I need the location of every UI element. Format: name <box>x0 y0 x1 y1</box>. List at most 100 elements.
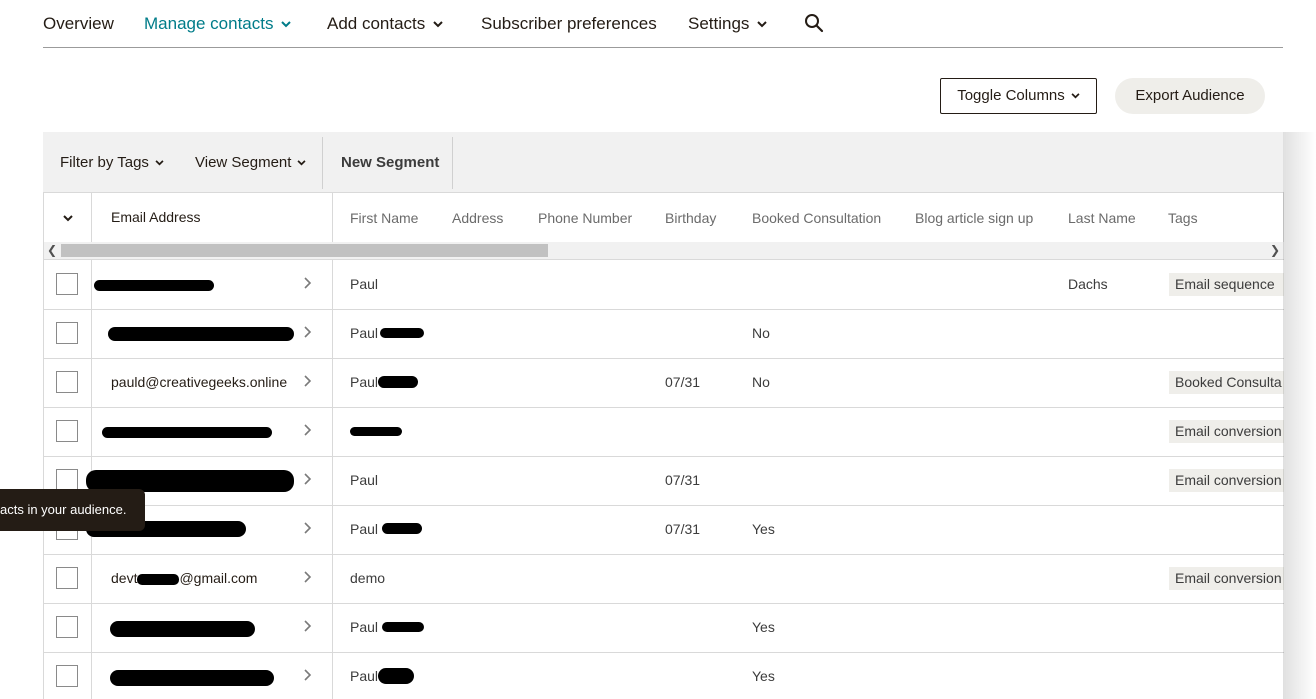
table-row[interactable]: devt @gmail.com demo Email conversion <box>44 554 1284 604</box>
column-divider <box>91 193 92 243</box>
column-header-booked-consultation[interactable]: Booked Consultation <box>752 193 881 243</box>
chevron-right-icon[interactable] <box>304 326 312 338</box>
row-first-name: demo <box>350 570 386 586</box>
table-row[interactable]: Paul Yes <box>44 652 1284 699</box>
row-checkbox[interactable] <box>56 371 78 393</box>
table-row[interactable]: pauld@creativegeeks.online Paul 07/31 No… <box>44 358 1284 408</box>
chevron-down-icon <box>297 160 306 166</box>
row-tag-badge: Email conversion <box>1169 420 1284 443</box>
chevron-right-icon[interactable] <box>304 571 312 583</box>
table-edge-shadow <box>1283 132 1316 699</box>
row-email-suffix: @gmail.com <box>179 570 258 586</box>
scroll-left-arrow-icon[interactable]: ❮ <box>44 242 60 259</box>
scroll-right-arrow-icon[interactable]: ❯ <box>1267 242 1283 259</box>
export-audience-button[interactable]: Export Audience <box>1115 78 1265 114</box>
nav-settings[interactable]: Settings <box>688 13 768 35</box>
column-header-tags[interactable]: Tags <box>1168 193 1198 243</box>
nav-overview[interactable]: Overview <box>43 13 114 35</box>
redaction-mark <box>137 573 180 585</box>
chevron-right-icon[interactable] <box>304 277 312 289</box>
row-birthday: 07/31 <box>665 521 701 537</box>
row-checkbox[interactable] <box>56 567 78 589</box>
table-row[interactable]: Paul Yes <box>44 603 1284 653</box>
new-segment-button[interactable]: New Segment <box>341 132 439 192</box>
horizontal-scrollbar[interactable]: ❮ ❯ <box>44 242 1284 260</box>
filter-by-tags-dropdown[interactable]: Filter by Tags <box>60 132 164 192</box>
row-checkbox[interactable] <box>56 469 78 491</box>
chevron-right-icon[interactable] <box>304 522 312 534</box>
row-booked-consultation: Yes <box>752 668 775 684</box>
search-icon[interactable] <box>804 13 824 33</box>
filter-by-tags-label: Filter by Tags <box>60 154 149 171</box>
export-audience-label: Export Audience <box>1135 87 1245 104</box>
row-checkbox[interactable] <box>56 273 78 295</box>
chevron-down-icon <box>433 21 443 28</box>
chevron-right-icon[interactable] <box>304 669 312 681</box>
chevron-right-icon[interactable] <box>304 424 312 436</box>
row-checkbox[interactable] <box>56 616 78 638</box>
table-row[interactable]: Paul 07/31 Yes <box>44 505 1284 555</box>
view-segment-dropdown[interactable]: View Segment <box>195 132 306 192</box>
column-header-birthday[interactable]: Birthday <box>665 193 716 243</box>
column-header-last-name[interactable]: Last Name <box>1068 193 1136 243</box>
tooltip-text: acts in your audience. <box>0 502 127 517</box>
row-last-name: Dachs <box>1068 276 1108 292</box>
chevron-right-icon[interactable] <box>304 620 312 632</box>
row-email[interactable]: pauld@creativegeeks.online <box>111 358 287 407</box>
column-header-phone[interactable]: Phone Number <box>538 193 632 243</box>
nav-overview-label: Overview <box>43 14 114 33</box>
nav-subscriber-preferences[interactable]: Subscriber preferences <box>481 13 657 35</box>
row-first-name: Paul <box>350 521 379 537</box>
redaction-mark <box>108 327 294 341</box>
row-birthday: 07/31 <box>665 374 701 390</box>
row-booked-consultation: Yes <box>752 521 775 537</box>
nav-add-contacts-label: Add contacts <box>327 14 426 33</box>
redaction-mark <box>378 668 414 684</box>
row-email[interactable]: devt @gmail.com <box>111 554 257 603</box>
row-checkbox[interactable] <box>56 322 78 344</box>
chevron-right-icon[interactable] <box>304 473 312 485</box>
redaction-mark <box>382 523 422 534</box>
redaction-mark <box>350 427 402 436</box>
table-row[interactable]: Email conversion <box>44 407 1284 457</box>
filter-divider <box>452 137 453 189</box>
redaction-mark <box>110 621 255 637</box>
row-first-name: Paul <box>350 619 379 635</box>
select-all-chevron-icon[interactable] <box>63 215 73 222</box>
row-booked-consultation: Yes <box>752 619 775 635</box>
new-segment-label: New Segment <box>341 154 440 171</box>
row-booked-consultation: No <box>752 374 770 390</box>
column-header-address[interactable]: Address <box>452 193 503 243</box>
top-navigation: Overview Manage contacts Add contacts Su… <box>43 0 1283 48</box>
nav-manage-contacts[interactable]: Manage contacts <box>144 13 292 35</box>
row-first-name: Paul <box>350 325 379 341</box>
scrollbar-thumb[interactable] <box>61 244 548 257</box>
redaction-mark <box>382 622 424 632</box>
table-row[interactable]: Paul Dachs Email sequence <box>44 260 1284 310</box>
nav-settings-label: Settings <box>688 14 750 33</box>
row-tag-badge: Email sequence <box>1169 273 1284 296</box>
redaction-mark <box>94 280 214 291</box>
column-header-email[interactable]: Email Address <box>111 193 200 242</box>
filter-bar: Filter by Tags View Segment New Segment <box>43 132 1283 192</box>
column-header-blog-signup[interactable]: Blog article sign up <box>915 193 1033 243</box>
row-tag-badge: Email conversion <box>1169 469 1284 492</box>
row-checkbox[interactable] <box>56 420 78 442</box>
row-birthday: 07/31 <box>665 472 701 488</box>
row-first-name: Paul <box>350 668 379 684</box>
toggle-columns-button[interactable]: Toggle Columns <box>940 78 1097 114</box>
column-header-first-name[interactable]: First Name <box>350 193 418 243</box>
row-checkbox[interactable] <box>56 665 78 687</box>
contacts-table: Email Address First Name Address Phone N… <box>43 192 1284 699</box>
redaction-mark <box>110 670 274 686</box>
view-segment-label: View Segment <box>195 154 292 171</box>
row-first-name: Paul <box>350 276 379 292</box>
nav-add-contacts[interactable]: Add contacts <box>327 13 443 35</box>
table-row[interactable]: Paul No <box>44 309 1284 359</box>
chevron-right-icon[interactable] <box>304 375 312 387</box>
chevron-down-icon <box>281 21 292 28</box>
row-tag-badge: Booked Consulta <box>1169 371 1284 394</box>
chevron-down-icon <box>1071 93 1080 99</box>
nav-subscriber-preferences-label: Subscriber preferences <box>481 14 657 33</box>
table-row[interactable]: Paul 07/31 Email conversion <box>44 456 1284 506</box>
